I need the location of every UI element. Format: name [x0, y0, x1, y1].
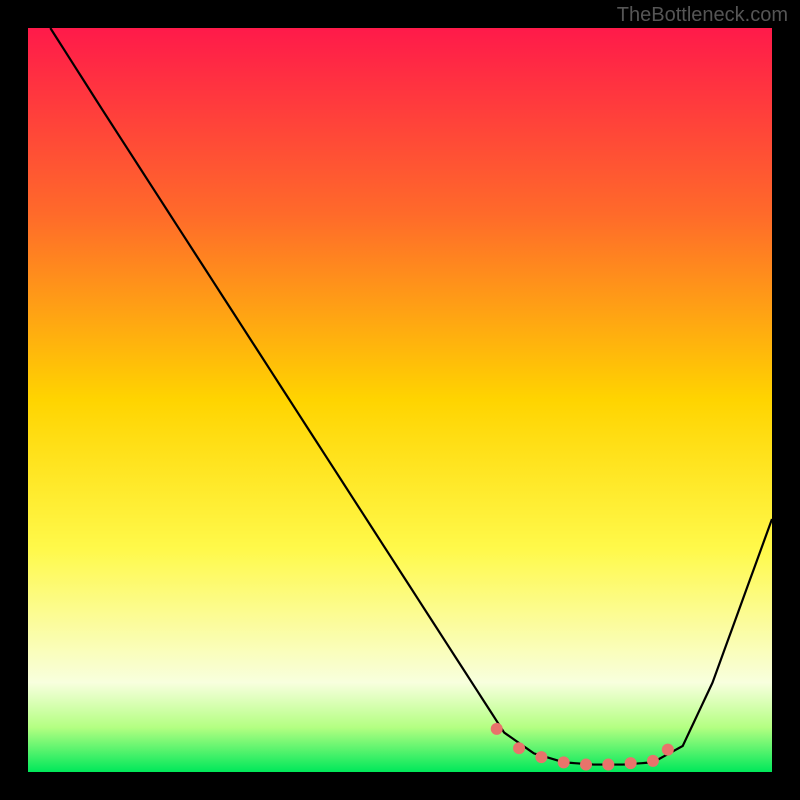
chart-svg — [28, 28, 772, 772]
marker-point — [602, 759, 614, 771]
marker-point — [647, 755, 659, 767]
marker-point — [513, 742, 525, 754]
watermark-text: TheBottleneck.com — [617, 4, 788, 27]
marker-point — [535, 751, 547, 763]
marker-point — [580, 759, 592, 771]
marker-point — [558, 756, 570, 768]
marker-point — [491, 723, 503, 735]
marker-point — [662, 744, 674, 756]
chart-background — [28, 28, 772, 772]
chart-canvas — [28, 28, 772, 772]
marker-point — [625, 757, 637, 769]
